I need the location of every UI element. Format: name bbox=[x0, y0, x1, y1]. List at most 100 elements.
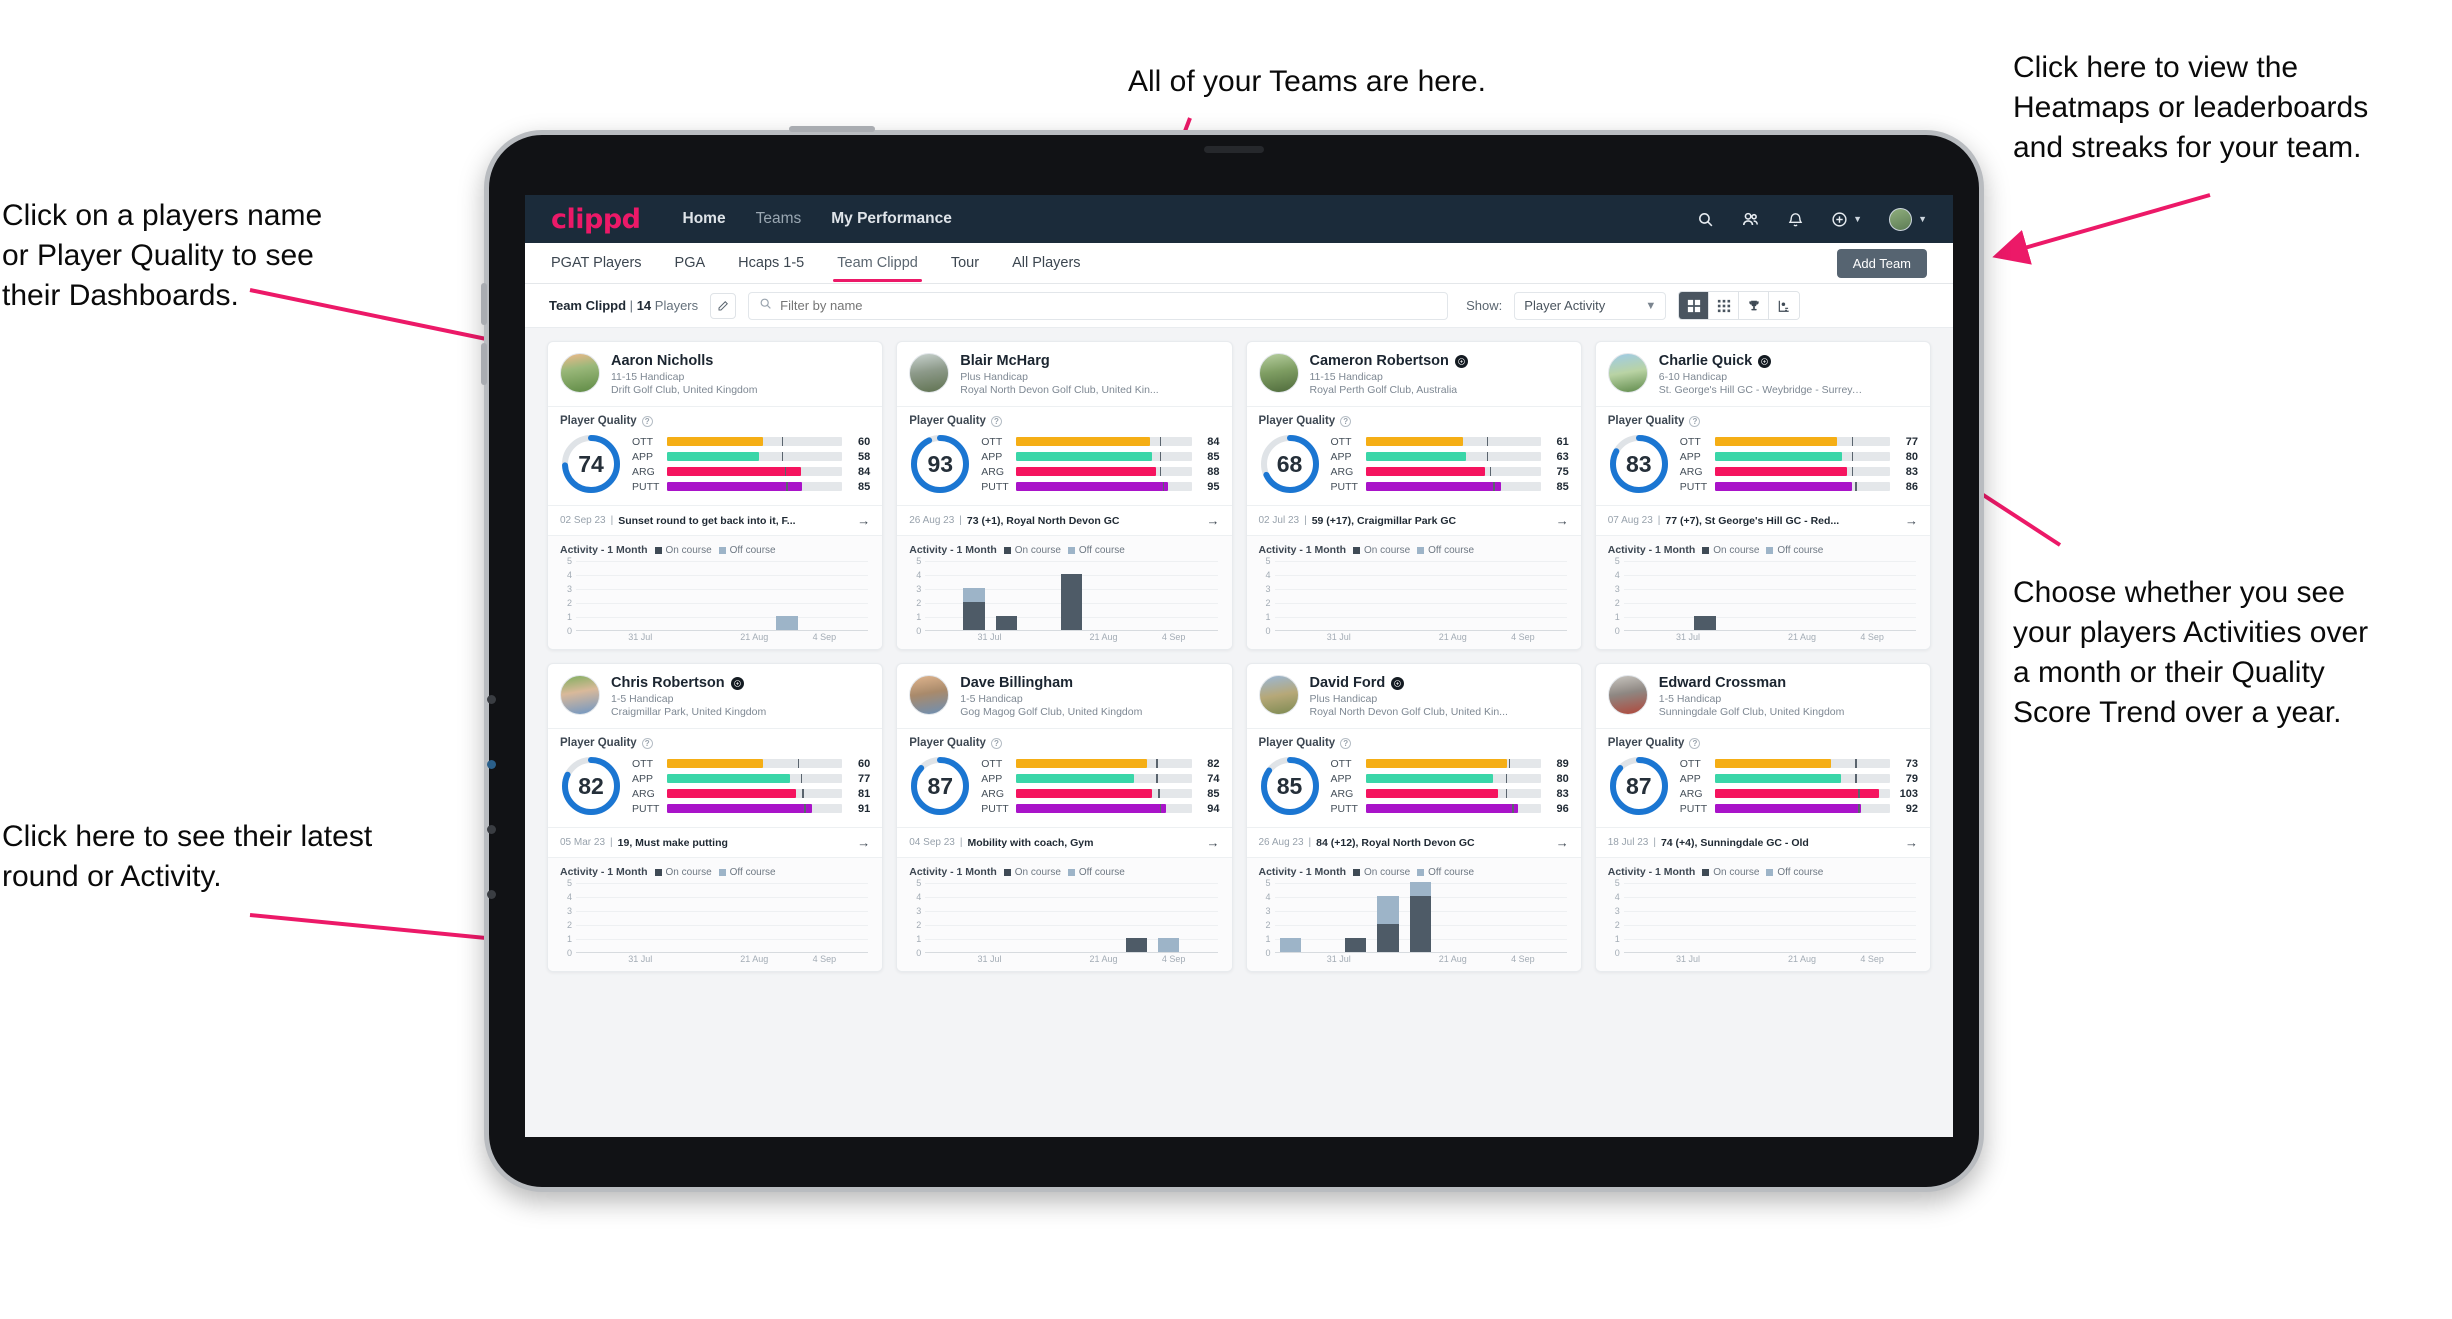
latest-round-row[interactable]: 04 Sep 23 | Mobility with coach, Gym → bbox=[897, 827, 1232, 857]
latest-round-row[interactable]: 07 Aug 23 | 77 (+7), St George's Hill GC… bbox=[1595, 505, 1930, 535]
nav-link-home[interactable]: Home bbox=[683, 210, 726, 228]
player-quality-section[interactable]: Player Quality ? 83 OTT 77 APP 80 ARG 83… bbox=[1595, 406, 1930, 505]
player-quality-section[interactable]: Player Quality ? 74 OTT 60 APP 58 ARG 84… bbox=[548, 406, 883, 505]
help-icon[interactable]: ? bbox=[1689, 415, 1701, 427]
player-avatar[interactable] bbox=[1607, 353, 1648, 393]
player-name[interactable]: Edward Crossman bbox=[1659, 675, 1786, 691]
player-card[interactable]: Blair McHarg Plus Handicap Royal North D… bbox=[896, 341, 1233, 650]
tab-hcaps-1-5[interactable]: Hcaps 1-5 bbox=[738, 243, 804, 284]
latest-round-row[interactable]: 02 Jul 23 | 59 (+17), Craigmillar Park G… bbox=[1246, 505, 1581, 535]
player-card[interactable]: David Ford Plus Handicap Royal North Dev… bbox=[1245, 663, 1582, 972]
add-team-button[interactable]: Add Team bbox=[1836, 248, 1927, 278]
player-quality-section[interactable]: Player Quality ? 87 OTT 82 APP 74 ARG 85… bbox=[897, 728, 1232, 827]
player-avatar[interactable] bbox=[909, 675, 950, 715]
player-quality-section[interactable]: Player Quality ? 85 OTT 89 APP 80 ARG 83… bbox=[1246, 728, 1581, 827]
people-icon[interactable] bbox=[1741, 210, 1760, 229]
player-card[interactable]: Dave Billingham 1-5 Handicap Gog Magog G… bbox=[896, 663, 1233, 972]
player-avatar[interactable] bbox=[1258, 675, 1299, 715]
tab-pgat-players[interactable]: PGAT Players bbox=[551, 243, 642, 284]
help-icon[interactable]: ? bbox=[990, 737, 1002, 749]
show-select[interactable]: Player Activity ▼ bbox=[1514, 291, 1667, 320]
player-name[interactable]: Aaron Nicholls bbox=[611, 353, 713, 369]
arrow-right-icon[interactable]: → bbox=[1556, 513, 1569, 528]
volume-up-button[interactable] bbox=[481, 283, 487, 325]
quality-score-ring[interactable]: 85 bbox=[1259, 755, 1321, 817]
tab-team-clippd[interactable]: Team Clippd bbox=[833, 243, 922, 284]
player-card-header[interactable]: Blair McHarg Plus Handicap Royal North D… bbox=[897, 342, 1231, 406]
arrow-right-icon[interactable]: → bbox=[857, 835, 870, 850]
nav-link-my-performance[interactable]: My Performance bbox=[831, 210, 952, 228]
player-card[interactable]: Chris Robertson 1-5 Handicap Craigmillar… bbox=[547, 663, 884, 972]
player-card[interactable]: Charlie Quick 6-10 Handicap St. George's… bbox=[1594, 341, 1931, 650]
latest-round-row[interactable]: 02 Sep 23 | Sunset round to get back int… bbox=[548, 505, 883, 535]
tab-pga[interactable]: PGA bbox=[675, 243, 706, 284]
arrow-right-icon[interactable]: → bbox=[1556, 835, 1569, 850]
player-card[interactable]: Cameron Robertson 11-15 Handicap Royal P… bbox=[1245, 341, 1582, 650]
player-quality-section[interactable]: Player Quality ? 68 OTT 61 APP 63 ARG 75… bbox=[1246, 406, 1581, 505]
nav-link-teams[interactable]: Teams bbox=[756, 210, 802, 228]
quality-score-ring[interactable]: 93 bbox=[909, 433, 971, 495]
player-card-header[interactable]: Dave Billingham 1-5 Handicap Gog Magog G… bbox=[897, 664, 1231, 728]
help-icon[interactable]: ? bbox=[1340, 737, 1352, 749]
help-icon[interactable]: ? bbox=[1689, 737, 1701, 749]
bell-icon[interactable] bbox=[1787, 211, 1804, 228]
player-name[interactable]: Dave Billingham bbox=[960, 675, 1073, 691]
tab-tour[interactable]: Tour bbox=[951, 243, 979, 284]
player-card-header[interactable]: Edward Crossman 1-5 Handicap Sunningdale… bbox=[1596, 664, 1930, 728]
player-avatar[interactable] bbox=[1258, 353, 1299, 393]
latest-round-row[interactable]: 26 Aug 23 | 73 (+1), Royal North Devon G… bbox=[897, 505, 1232, 535]
latest-round-row[interactable]: 18 Jul 23 | 74 (+4), Sunningdale GC - Ol… bbox=[1595, 827, 1930, 857]
player-avatar[interactable] bbox=[560, 353, 600, 393]
volume-down-button[interactable] bbox=[481, 343, 487, 385]
player-name[interactable]: David Ford bbox=[1310, 675, 1386, 691]
arrow-right-icon[interactable]: → bbox=[1905, 835, 1918, 850]
tab-all-players[interactable]: All Players bbox=[1012, 243, 1081, 284]
search-icon[interactable] bbox=[1697, 211, 1714, 228]
latest-round-row[interactable]: 05 Mar 23 | 19, Must make putting → bbox=[548, 827, 883, 857]
trophy-icon[interactable] bbox=[1739, 292, 1770, 319]
arrow-right-icon[interactable]: → bbox=[857, 513, 870, 528]
player-avatar[interactable] bbox=[560, 675, 600, 715]
quality-score-ring[interactable]: 87 bbox=[909, 755, 971, 817]
arrow-right-icon[interactable]: → bbox=[1207, 513, 1220, 528]
quality-score-ring[interactable]: 83 bbox=[1608, 433, 1670, 495]
player-avatar[interactable] bbox=[1607, 675, 1648, 715]
quality-score-ring[interactable]: 87 bbox=[1608, 755, 1670, 817]
grid-small-icon[interactable] bbox=[1709, 292, 1740, 319]
avatar[interactable]: ▼ bbox=[1889, 207, 1927, 231]
player-card-header[interactable]: Cameron Robertson 11-15 Handicap Royal P… bbox=[1247, 342, 1581, 406]
player-card[interactable]: Edward Crossman 1-5 Handicap Sunningdale… bbox=[1594, 663, 1931, 972]
player-name[interactable]: Cameron Robertson bbox=[1310, 353, 1449, 369]
clippd-logo[interactable]: clippd bbox=[551, 204, 641, 235]
arrow-right-icon[interactable]: → bbox=[1905, 513, 1918, 528]
player-card-header[interactable]: David Ford Plus Handicap Royal North Dev… bbox=[1247, 664, 1581, 728]
player-card[interactable]: Aaron Nicholls 11-15 Handicap Drift Golf… bbox=[547, 341, 884, 650]
player-name[interactable]: Blair McHarg bbox=[960, 353, 1049, 369]
help-icon[interactable]: ? bbox=[641, 415, 653, 427]
quality-score-ring[interactable]: 68 bbox=[1259, 433, 1321, 495]
player-quality-section[interactable]: Player Quality ? 82 OTT 60 APP 77 ARG 81… bbox=[548, 728, 883, 827]
help-icon[interactable]: ? bbox=[1340, 415, 1352, 427]
latest-round-row[interactable]: 26 Aug 23 | 84 (+12), Royal North Devon … bbox=[1246, 827, 1581, 857]
player-quality-section[interactable]: Player Quality ? 93 OTT 84 APP 85 ARG 88… bbox=[897, 406, 1232, 505]
arrow-right-icon[interactable]: → bbox=[1207, 835, 1220, 850]
player-card-header[interactable]: Aaron Nicholls 11-15 Handicap Drift Golf… bbox=[548, 342, 882, 406]
help-icon[interactable]: ? bbox=[990, 415, 1002, 427]
quality-score-ring[interactable]: 82 bbox=[560, 755, 622, 817]
player-avatar[interactable] bbox=[909, 353, 950, 393]
search-input[interactable] bbox=[780, 298, 1438, 313]
grid-large-icon[interactable] bbox=[1679, 292, 1710, 319]
y-axis-tick: 5 bbox=[1265, 878, 1271, 888]
plus-circle-icon[interactable]: ▼ bbox=[1831, 211, 1862, 228]
edit-team-button[interactable] bbox=[710, 292, 737, 319]
player-name[interactable]: Chris Robertson bbox=[611, 675, 725, 691]
quality-score-ring[interactable]: 74 bbox=[560, 433, 622, 495]
heatmap-icon[interactable] bbox=[1769, 292, 1800, 319]
player-card-header[interactable]: Chris Robertson 1-5 Handicap Craigmillar… bbox=[548, 664, 882, 728]
help-icon[interactable]: ? bbox=[641, 737, 653, 749]
search-field-wrapper[interactable] bbox=[748, 291, 1449, 320]
player-name[interactable]: Charlie Quick bbox=[1659, 353, 1752, 369]
player-quality-section[interactable]: Player Quality ? 87 OTT 73 APP 79 ARG 10… bbox=[1595, 728, 1930, 827]
player-card-header[interactable]: Charlie Quick 6-10 Handicap St. George's… bbox=[1596, 342, 1930, 406]
power-button[interactable] bbox=[789, 126, 875, 132]
